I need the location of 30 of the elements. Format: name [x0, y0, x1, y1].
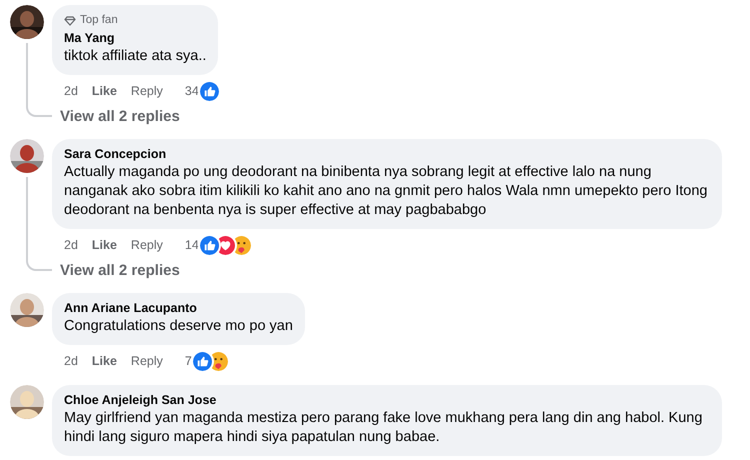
heart-icon: [216, 236, 235, 256]
view-replies-link[interactable]: View all 2 replies: [60, 261, 180, 282]
hug-emoji-icon: [232, 236, 251, 256]
diamond-icon: [64, 16, 76, 26]
author-name[interactable]: Sara Concepcion: [64, 146, 166, 164]
reply-button[interactable]: Reply: [130, 236, 163, 256]
comment-text: Congratulations deserve mo po yan: [64, 317, 293, 336]
like-icon: [200, 236, 219, 256]
view-replies-link[interactable]: View all 2 replies: [60, 107, 180, 128]
like-button[interactable]: Like: [92, 236, 117, 256]
top-fan-label: Top fan: [80, 13, 118, 28]
like-button[interactable]: Like: [92, 352, 117, 372]
like-icon: [192, 352, 212, 372]
comment-text: Actually maganda po ung deodorant na binibenta nya sobrang legit at effective lalo na nung nanganak ako sobra itim kilikili ko kahit ano ano na gnmit pero halos Wala nmn umepekto pero Itong deodorant na benbenta nya is super effective at may pagbababgo: [64, 163, 708, 220]
comment-text: May girlfriend yan maganda mestiza pero parang fake love mukhang pera lang din ang habol. Kung hindi lang siguro mapera hindi siya papatulan nung babae.: [64, 409, 704, 448]
reaction-count: 7: [184, 353, 192, 370]
reply-button[interactable]: Reply: [130, 82, 163, 102]
author-name[interactable]: Chloe Anjeleigh San Jose: [64, 392, 216, 410]
comment-text: tiktok affiliate ata sya..: [64, 47, 206, 66]
comment-time[interactable]: 2d: [64, 82, 78, 102]
reaction-count: 14: [184, 237, 199, 254]
reaction-count: 34: [184, 83, 199, 100]
like-button[interactable]: Like: [92, 82, 117, 102]
hug-emoji-icon: [208, 352, 228, 372]
comment-time[interactable]: 2d: [64, 236, 78, 256]
reply-button[interactable]: Reply: [130, 352, 163, 372]
author-name[interactable]: Ma Yang: [64, 30, 114, 48]
author-name[interactable]: Ann Ariane Lacupanto: [64, 300, 197, 318]
like-icon: [200, 82, 219, 102]
comment-time[interactable]: 2d: [64, 352, 78, 372]
